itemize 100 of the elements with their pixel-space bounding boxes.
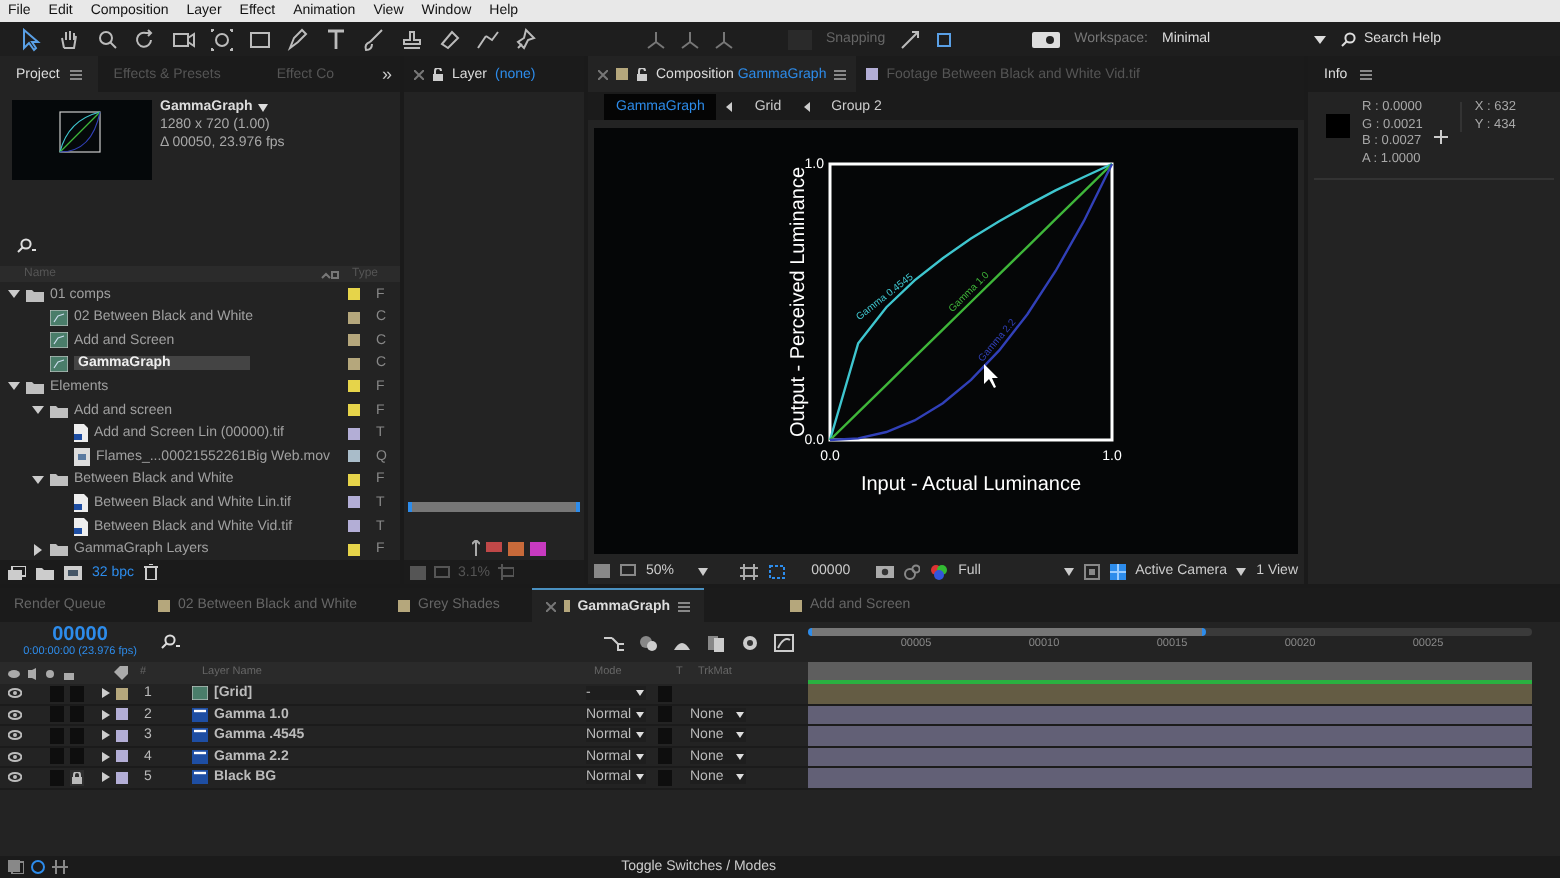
composition-flowchart-icon[interactable] [604, 633, 624, 651]
new-composition-icon[interactable] [64, 565, 82, 580]
switch-cell[interactable] [50, 685, 64, 702]
hand-icon[interactable] [58, 27, 82, 51]
vr-headset-icon[interactable] [1032, 31, 1061, 47]
expanded-triangle-icon[interactable] [8, 380, 20, 393]
close-icon[interactable] [598, 69, 608, 79]
effect-icon[interactable] [508, 541, 524, 555]
layer-duration-bar[interactable] [808, 705, 1532, 726]
sort-and-label-icon[interactable] [320, 267, 340, 280]
pen-icon[interactable] [286, 27, 310, 51]
transfer-controls-icon[interactable] [30, 860, 46, 874]
roto-brush-icon[interactable] [476, 27, 500, 51]
transparency-grid-icon[interactable] [1109, 563, 1126, 579]
zoom-icon[interactable] [96, 27, 120, 51]
label-color-swatch[interactable] [348, 496, 360, 509]
pin-icon[interactable] [514, 27, 538, 51]
camera-icon[interactable] [876, 564, 895, 578]
close-icon[interactable] [546, 601, 556, 611]
label-color-swatch[interactable] [116, 708, 128, 721]
label-color-swatch[interactable] [116, 771, 128, 784]
layer-switches-icon[interactable] [8, 860, 24, 874]
brush-icon[interactable] [362, 27, 386, 51]
dropdown-caret-icon [636, 753, 644, 760]
new-folder-icon[interactable] [36, 565, 54, 580]
axis-world-icon[interactable] [680, 29, 700, 49]
eye-icon[interactable] [8, 688, 22, 699]
label-color-swatch[interactable] [348, 450, 360, 463]
interpret-footage-icon[interactable] [8, 565, 26, 580]
close-icon[interactable] [414, 69, 424, 79]
lock-icon[interactable] [636, 67, 648, 81]
axis-local-icon[interactable] [646, 29, 666, 49]
type-tool-icon[interactable] [324, 27, 348, 51]
expanded-triangle-icon[interactable] [32, 473, 44, 486]
eye-icon[interactable] [8, 730, 22, 741]
av-switches-icon[interactable] [8, 667, 76, 679]
label-tag-icon[interactable] [114, 666, 128, 680]
eye-icon[interactable] [8, 772, 22, 783]
mask-icon[interactable] [486, 541, 502, 555]
label-color-swatch[interactable] [116, 750, 128, 763]
layer-duration-bar[interactable] [808, 747, 1532, 768]
label-color-swatch[interactable] [348, 404, 360, 417]
layer-duration-bar[interactable] [808, 684, 1532, 705]
snap-icon[interactable] [899, 29, 920, 49]
label-color-swatch[interactable] [348, 311, 360, 324]
snap-box-icon[interactable] [933, 29, 954, 49]
panel-menu-icon[interactable] [1359, 69, 1372, 79]
panel-menu-icon[interactable] [834, 69, 847, 79]
rectangle-icon[interactable] [248, 27, 272, 51]
label-color-swatch[interactable] [116, 687, 128, 700]
mask-visibility-icon[interactable] [767, 563, 786, 579]
pan-behind-icon[interactable] [210, 27, 234, 51]
label-color-swatch[interactable] [348, 288, 360, 301]
lock-switch[interactable] [70, 769, 84, 786]
axis-view-icon[interactable] [714, 29, 734, 49]
collapsed-triangle-icon[interactable] [32, 543, 44, 556]
trash-icon[interactable] [144, 564, 159, 581]
dropdown-caret-icon[interactable] [258, 103, 269, 111]
label-color-swatch[interactable] [116, 729, 128, 742]
in-out-icon[interactable] [52, 860, 68, 874]
expanded-triangle-icon[interactable] [32, 404, 44, 417]
stamp-icon[interactable] [400, 27, 424, 51]
up-arrow-icon[interactable] [472, 540, 480, 556]
y-axis-label: Output - Perceived Luminance [788, 166, 810, 438]
x-axis-label: Input - Actual Luminance [860, 474, 1082, 496]
motion-blur-icon[interactable] [740, 633, 760, 651]
channels-icon[interactable] [930, 563, 949, 579]
current-time[interactable]: 00000 [52, 625, 108, 646]
camera-icon[interactable] [172, 27, 196, 51]
breadcrumb-arrow-icon [803, 101, 810, 111]
label-color-swatch[interactable] [348, 334, 360, 347]
graph-editor-icon[interactable] [774, 633, 794, 651]
label-color-swatch[interactable] [348, 520, 360, 533]
rotate-icon[interactable] [134, 27, 158, 51]
composition-icon [50, 309, 68, 326]
lock-icon[interactable] [432, 67, 444, 81]
eye-icon[interactable] [8, 709, 22, 720]
layer-duration-bar[interactable] [808, 768, 1532, 789]
expanded-triangle-icon[interactable] [8, 288, 20, 301]
label-color-swatch[interactable] [348, 380, 360, 393]
color-swatch-icon[interactable] [530, 541, 546, 555]
label-color-swatch[interactable] [348, 473, 360, 486]
label-color-swatch[interactable] [348, 357, 360, 370]
label-color-swatch[interactable] [348, 427, 360, 440]
lock-switch[interactable] [70, 685, 84, 702]
eraser-icon[interactable] [438, 27, 462, 51]
layer-duration-bar[interactable] [808, 726, 1532, 747]
region-of-interest-icon[interactable] [1083, 563, 1100, 579]
panel-menu-icon[interactable] [69, 69, 82, 79]
link-icon[interactable] [904, 563, 921, 579]
eye-icon[interactable] [8, 751, 22, 762]
selection-arrow-icon[interactable] [20, 27, 44, 51]
color-sample-swatch [1326, 114, 1350, 138]
grid-icon[interactable] [739, 563, 758, 579]
frame-blending-icon[interactable] [706, 633, 726, 651]
panel-overflow-button[interactable]: » [381, 65, 392, 83]
panel-menu-icon[interactable] [678, 601, 690, 611]
draft-3d-icon[interactable] [638, 633, 658, 651]
monitor-icon[interactable] [620, 564, 636, 578]
label-color-swatch[interactable] [348, 543, 360, 556]
